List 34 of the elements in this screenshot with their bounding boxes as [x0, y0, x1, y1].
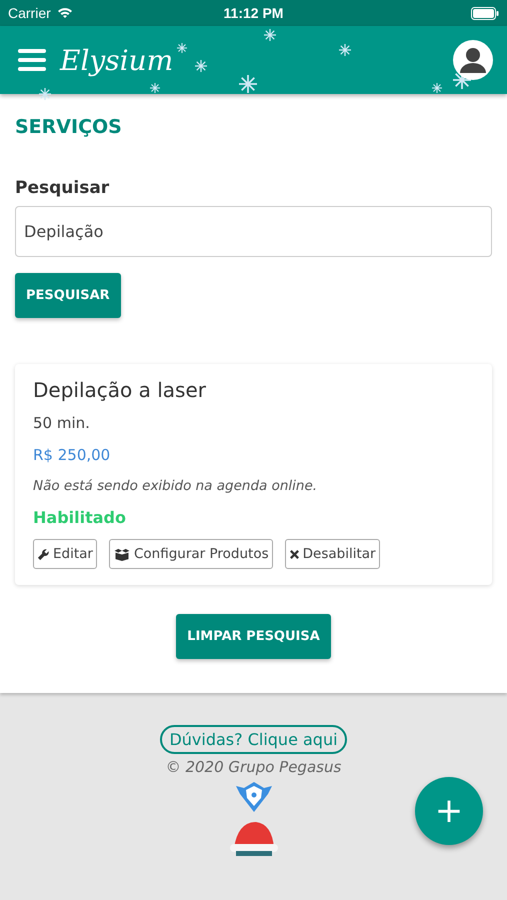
menu-icon[interactable]: [18, 48, 46, 72]
avatar-icon[interactable]: [453, 40, 493, 80]
search-button[interactable]: PESQUISAR: [15, 273, 121, 318]
clear-search-button[interactable]: LIMPAR PESQUISA: [176, 614, 331, 659]
snowflake-icon: [239, 75, 257, 93]
search-field[interactable]: Depilação: [15, 206, 492, 257]
snowflake-icon: [177, 43, 187, 53]
snowflake-icon: [195, 60, 207, 72]
action-button[interactable]: Configurar Produtos: [108, 539, 273, 569]
snowflake-icon: [264, 29, 276, 41]
battery-icon: [471, 6, 499, 20]
action-button[interactable]: Editar: [33, 539, 97, 569]
snowflake-icon: [339, 44, 351, 56]
wrench-icon: [37, 548, 50, 560]
copyright-text: © 2020 Grupo Pegasus: [166, 758, 342, 776]
service-status: Habilitado: [33, 508, 127, 527]
status-time: 11:12 PM: [222, 5, 284, 21]
search-label: Pesquisar: [15, 178, 110, 198]
wifi-icon: [56, 7, 73, 19]
snowflake-icon: [432, 83, 442, 93]
app-logo: Elysium: [60, 44, 174, 76]
snowflake-icon: [150, 83, 160, 93]
service-name: Depilação a laser: [33, 378, 207, 402]
service-price: R$ 250,00: [33, 446, 112, 464]
shield-icon: [234, 780, 274, 814]
page-title: SERVIÇOS: [15, 116, 123, 138]
service-duration: 50 min.: [33, 414, 91, 432]
close-icon: [288, 548, 300, 560]
snowflake-icon: [39, 88, 51, 100]
add-button[interactable]: +: [415, 777, 483, 845]
carrier-label: Carrier: [8, 5, 51, 21]
boxes-icon: [112, 548, 131, 560]
action-button[interactable]: Desabilitar: [284, 539, 380, 569]
service-note: Não está sendo exibido na agenda online.: [33, 478, 318, 494]
